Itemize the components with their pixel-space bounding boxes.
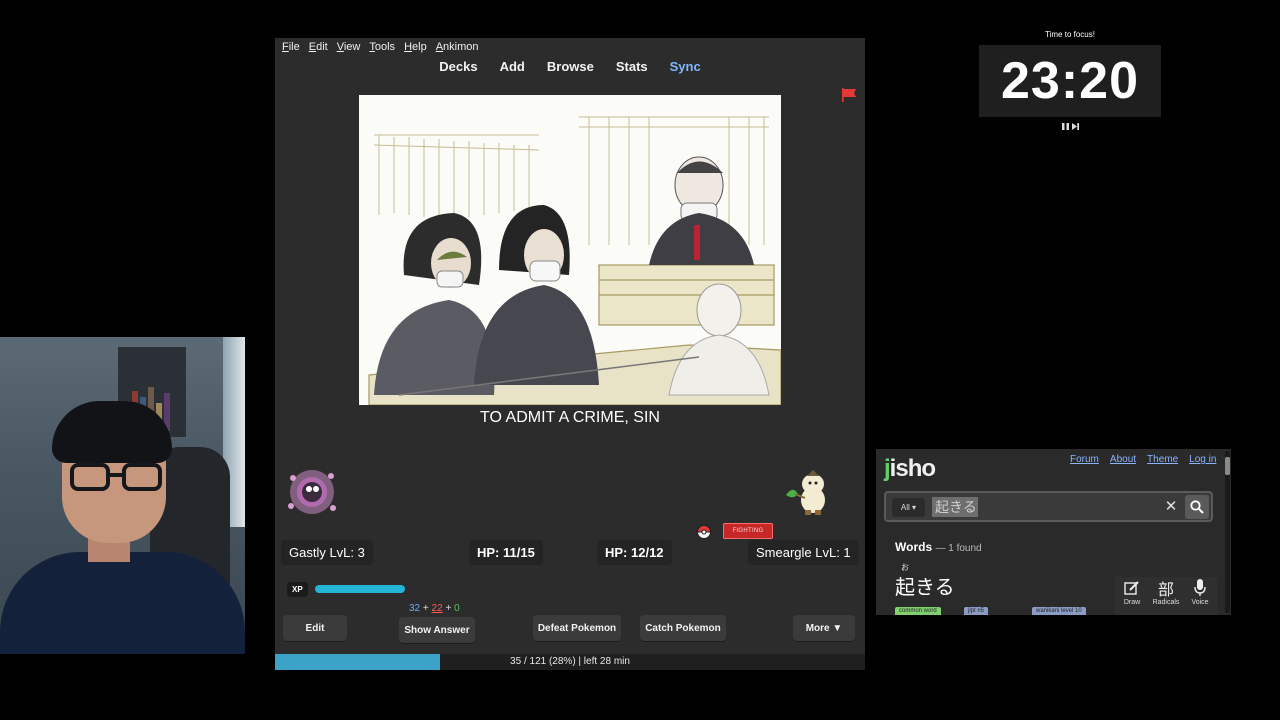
card-image-courtroom-sketch <box>359 95 781 405</box>
clear-icon[interactable]: ✕ <box>1162 497 1180 517</box>
tag-jlpt: jlpt n5 <box>964 607 989 615</box>
learn-count: 22 <box>431 603 443 614</box>
jisho-nav-links: Forum About Theme Log in <box>1070 454 1216 465</box>
card-definition: TO ADMIT A CRIME, SIN <box>480 409 660 426</box>
flag-icon[interactable] <box>841 88 857 102</box>
timer-controls <box>1060 121 1080 131</box>
radicals-tool[interactable]: 部 Radicals <box>1150 577 1182 615</box>
enemy-hp: HP: 12/12 <box>597 540 672 565</box>
nav-decks[interactable]: Decks <box>439 59 477 74</box>
jisho-logo[interactable]: jisho <box>884 455 936 483</box>
show-answer-button[interactable]: Show Answer <box>399 617 475 643</box>
type-badge-fighting: FIGHTING <box>723 523 773 539</box>
search-icon <box>1190 500 1204 514</box>
search-scope-select[interactable]: All ▾ <box>892 498 925 517</box>
voice-tool[interactable]: Voice <box>1184 577 1216 615</box>
person-torso <box>0 552 245 654</box>
nav-stats[interactable]: Stats <box>616 59 648 74</box>
draw-icon <box>1116 577 1148 599</box>
xp-label: XP <box>287 581 308 597</box>
nav-sync[interactable]: Sync <box>670 59 701 74</box>
card-counts: 32 + 22 + 0 <box>409 603 460 614</box>
menu-view[interactable]: View <box>337 41 361 53</box>
result-count: — 1 found <box>935 543 982 554</box>
glasses <box>70 463 170 491</box>
tag-common-word: common word <box>895 607 941 615</box>
webcam-feed <box>0 337 245 654</box>
gastly-sprite <box>288 470 336 514</box>
menu-file[interactable]: File <box>282 41 300 53</box>
top-navigation: Decks Add Browse Stats Sync <box>275 59 865 74</box>
menu-edit[interactable]: Edit <box>309 41 328 53</box>
tag-wanikani: wanikani level 10 <box>1032 607 1086 615</box>
edit-button[interactable]: Edit <box>283 615 347 641</box>
radicals-icon: 部 <box>1157 580 1174 599</box>
xp-bar <box>314 585 405 593</box>
player-hp: HP: 11/15 <box>469 540 543 565</box>
microphone-icon <box>1184 577 1216 599</box>
jisho-panel: jisho Forum About Theme Log in All ▾ ✕ W… <box>876 449 1231 615</box>
player-pokemon-level: Gastly LvL: 3 <box>281 540 373 565</box>
pause-icon[interactable] <box>1061 122 1069 130</box>
more-button[interactable]: More ▼ <box>793 615 855 641</box>
review-count: 0 <box>454 603 460 614</box>
search-input[interactable] <box>932 497 978 517</box>
anki-window: File Edit View Tools Help Ankimon Decks … <box>275 38 865 670</box>
draw-tool[interactable]: Draw <box>1116 577 1148 615</box>
timer-caption: Time to focus! <box>1045 30 1095 39</box>
catch-pokemon-button[interactable]: Catch Pokemon <box>640 615 726 641</box>
xp-meter: XP <box>287 580 405 598</box>
deck-progress-bar: 35 / 121 (28%) | left 28 min <box>275 654 865 670</box>
result-word[interactable]: 起きる <box>895 571 955 600</box>
jisho-input-tools: Draw 部 Radicals Voice <box>1115 577 1217 615</box>
new-count: 32 <box>409 603 421 614</box>
nav-browse[interactable]: Browse <box>547 59 594 74</box>
menu-bar: File Edit View Tools Help Ankimon <box>275 38 865 56</box>
pokeball-icon <box>697 525 711 539</box>
smeargle-sprite <box>786 470 825 515</box>
defeat-pokemon-button[interactable]: Defeat Pokemon <box>533 615 621 641</box>
menu-tools[interactable]: Tools <box>369 41 395 53</box>
menu-ankimon[interactable]: Ankimon <box>436 41 479 53</box>
skip-icon[interactable] <box>1071 122 1079 130</box>
search-button[interactable] <box>1185 495 1209 519</box>
enemy-pokemon-level: Smeargle LvL: 1 <box>748 540 859 565</box>
words-heading: Words — 1 found <box>895 540 982 554</box>
link-theme[interactable]: Theme <box>1147 454 1178 465</box>
progress-text: 35 / 121 (28%) | left 28 min <box>510 656 630 667</box>
link-about[interactable]: About <box>1110 454 1136 465</box>
focus-timer: 23:20 <box>979 45 1161 117</box>
link-log-in[interactable]: Log in <box>1189 454 1216 465</box>
nav-add[interactable]: Add <box>500 59 525 74</box>
jisho-search-bar: All ▾ ✕ <box>884 491 1213 522</box>
link-forum[interactable]: Forum <box>1070 454 1099 465</box>
scrollbar[interactable] <box>1225 451 1230 613</box>
menu-help[interactable]: Help <box>404 41 427 53</box>
